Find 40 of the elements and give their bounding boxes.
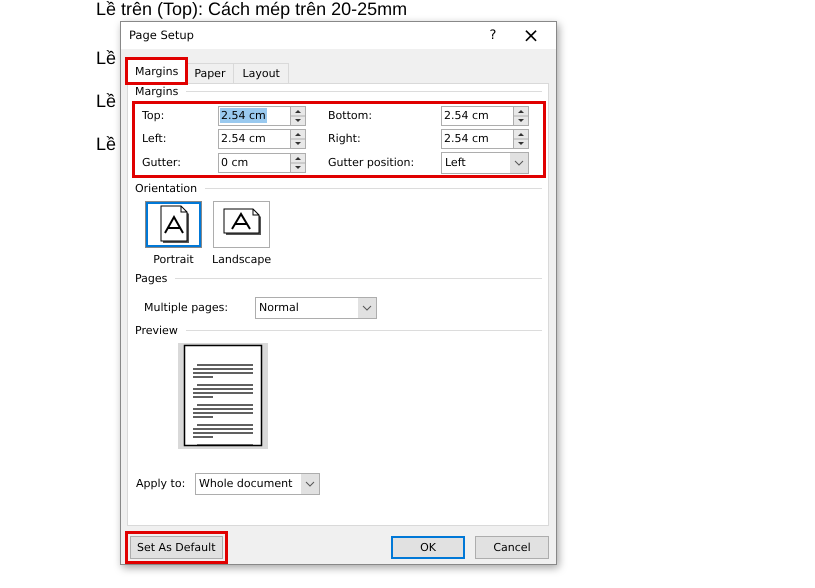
input-field[interactable]: 2.54 cm	[218, 106, 290, 126]
dropdown-caret-icon	[510, 152, 528, 173]
orientation-option[interactable]	[145, 200, 202, 248]
dialog-button[interactable]: Set As Default	[130, 536, 223, 559]
section-label: Pages	[135, 272, 168, 286]
dropdown-caret-icon	[301, 474, 319, 494]
document-text: Lề	[96, 92, 116, 111]
window-title: Page Setup	[129, 28, 195, 42]
spin-arrows-icon	[513, 128, 529, 149]
field-label: Top:	[142, 109, 166, 122]
dropdown-caret-icon	[358, 298, 376, 318]
option-label: Portrait	[153, 252, 194, 266]
section-label: Margins	[135, 85, 178, 98]
field-label: Bottom:	[328, 109, 374, 122]
close-button[interactable]: ×	[512, 22, 550, 48]
spin-arrows-icon	[290, 128, 306, 149]
dropdown[interactable]: Normal	[255, 296, 377, 319]
dialog-button[interactable]: OK	[391, 536, 465, 559]
tab[interactable]: Layout	[233, 62, 289, 83]
dialog-button[interactable]: Cancel	[475, 536, 549, 559]
section-label: Orientation	[135, 182, 198, 196]
document-text: Lề trên (Top): Cách mép trên 20-25mm	[96, 0, 408, 19]
spin-arrows-icon	[290, 152, 306, 173]
spin-arrows-icon	[513, 106, 529, 126]
option-label: Landscape	[212, 252, 272, 266]
field-label: Apply to:	[136, 477, 186, 490]
field-label: Gutter position:	[328, 156, 416, 170]
orientation-option[interactable]	[213, 200, 270, 248]
section-label: Preview	[135, 324, 178, 338]
dropdown[interactable]: Whole document	[195, 472, 320, 495]
spin-arrows-icon	[290, 106, 306, 126]
document-text: Lề	[96, 135, 116, 154]
document-text: Lề	[96, 49, 116, 68]
field-label: Left:	[142, 132, 168, 146]
help-button[interactable]: ?	[474, 22, 512, 48]
field-label: Multiple pages:	[144, 301, 230, 314]
field-label: Right:	[328, 132, 362, 146]
dropdown[interactable]: Left	[441, 152, 529, 174]
field-label: Gutter:	[142, 156, 182, 170]
tab[interactable]: Margins	[127, 58, 186, 83]
